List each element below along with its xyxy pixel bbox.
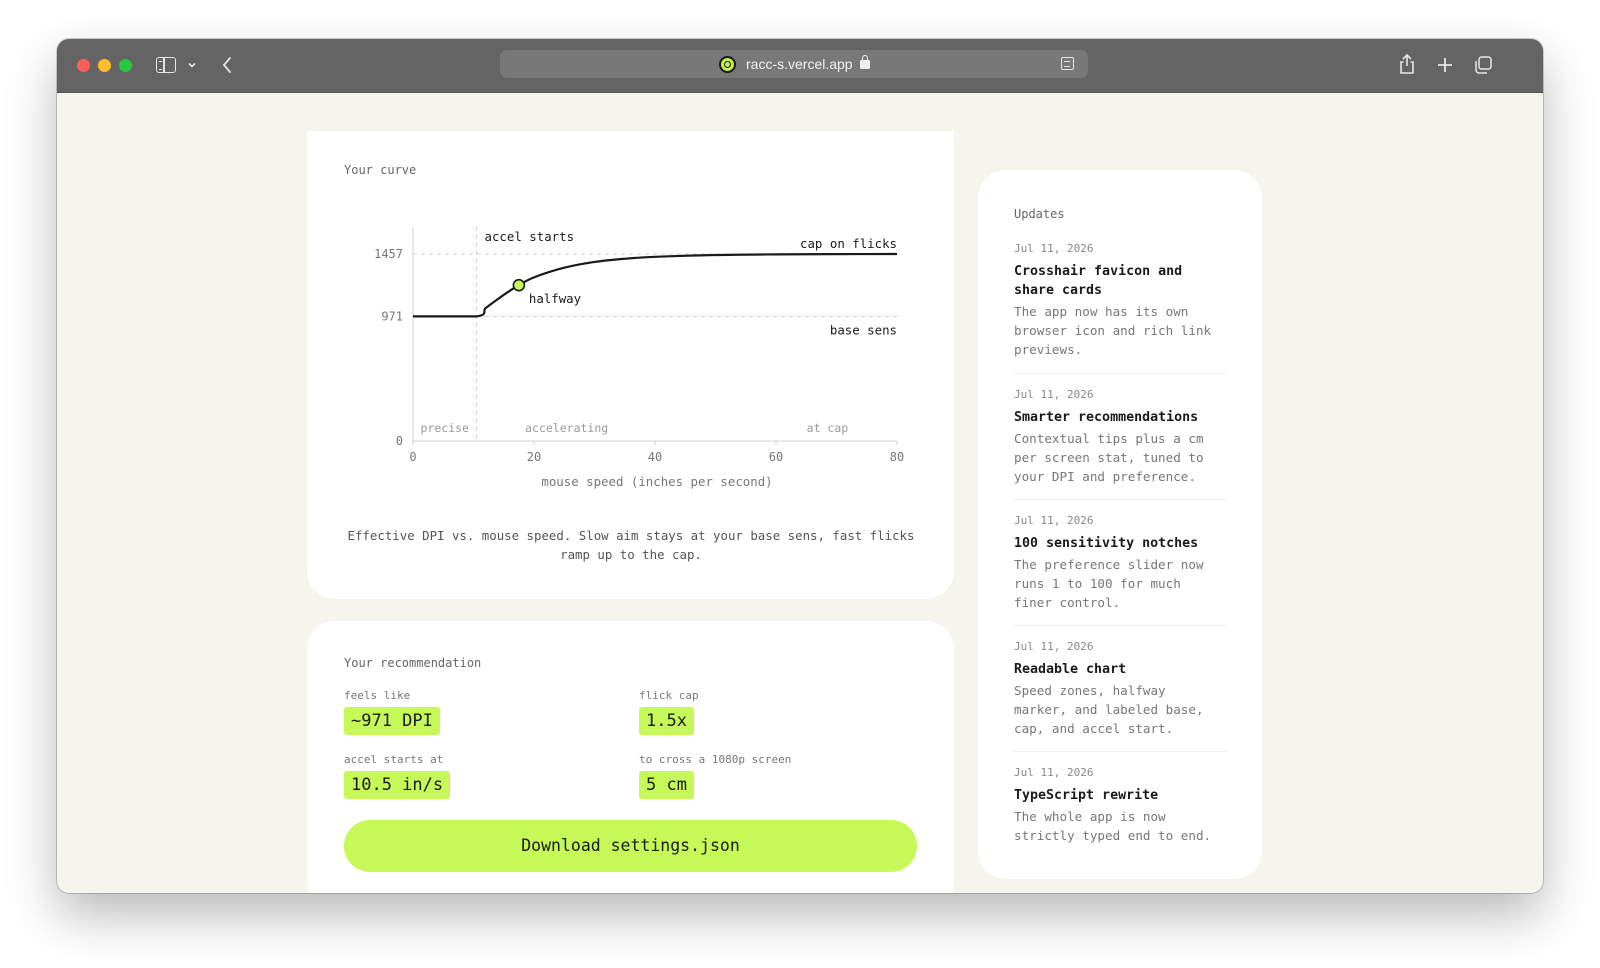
update-description: The app now has its own browser icon and…	[1014, 304, 1212, 357]
sensitivity-curve-line	[413, 252, 898, 318]
update-title: Crosshair favicon and share cards	[1014, 264, 1183, 298]
browser-toolbar: racc-s.vercel.app	[57, 39, 1543, 93]
update-title: Smarter recommendations	[1014, 410, 1199, 425]
recommendation-section-label: Your recommendation	[344, 656, 482, 670]
halfway-label: halfway	[529, 291, 581, 306]
tab-overview-icon[interactable]	[1473, 55, 1493, 75]
x-axis-label: mouse speed (inches per second)	[541, 474, 772, 489]
update-date: Jul 11, 2026	[1014, 640, 1094, 653]
update-divider	[1014, 625, 1226, 626]
zoom-window-button[interactable]	[119, 59, 132, 72]
zone-label: precise	[421, 421, 470, 435]
update-divider	[1014, 751, 1226, 752]
accel-starts-label: accel starts	[485, 229, 575, 244]
x-tick-label: 20	[527, 450, 541, 464]
x-tick-label: 0	[409, 450, 416, 464]
recommendation-card: Your recommendation feels like ~971 DPI …	[307, 621, 954, 893]
new-tab-icon[interactable]	[1436, 56, 1454, 74]
y-tick-label: 0	[396, 434, 403, 448]
base-sens-label: base sens	[830, 322, 897, 337]
sidebar-toggle-icon[interactable]	[156, 57, 176, 73]
feels-like-label: feels like	[344, 689, 411, 702]
chart-caption: Effective DPI vs. mouse speed. Slow aim …	[347, 528, 915, 562]
update-date: Jul 11, 2026	[1014, 242, 1094, 255]
update-date: Jul 11, 2026	[1014, 388, 1094, 401]
x-tick-label: 80	[890, 450, 904, 464]
y-tick-label: 1457	[374, 247, 403, 261]
updates-title: Updates	[1014, 207, 1065, 221]
zone-label: accelerating	[525, 421, 608, 435]
update-description: The preference slider now runs 1 to 100 …	[1014, 557, 1204, 610]
lock-icon	[860, 55, 870, 69]
minimize-window-button[interactable]	[98, 59, 111, 72]
update-title: Readable chart	[1014, 662, 1127, 677]
zone-label: at cap	[807, 421, 849, 435]
update-description: The whole app is now strictly typed end …	[1014, 809, 1212, 843]
accel-starts-value: 10.5 in/s	[344, 771, 451, 799]
update-item: Jul 11, 2026 100 sensitivity notches The…	[1014, 514, 1226, 612]
update-item: Jul 11, 2026 TypeScript rewrite The whol…	[1014, 766, 1226, 845]
flick-cap-label: flick cap	[639, 689, 699, 702]
update-title: TypeScript rewrite	[1014, 788, 1159, 803]
cross-screen-value: 5 cm	[639, 771, 694, 799]
browser-window: racc-s.vercel.app Your curve 0 971 1457 0 20…	[57, 39, 1543, 893]
curve-card: Your curve 0 971 1457 0 20 40 60 80 mouse speed …	[307, 131, 954, 599]
close-window-button[interactable]	[77, 59, 90, 72]
halfway-marker	[512, 278, 526, 292]
feels-like-value: ~971 DPI	[344, 707, 440, 735]
x-tick-label: 60	[769, 450, 783, 464]
reader-mode-icon[interactable]	[1061, 57, 1074, 70]
download-settings-button[interactable]: Download settings.json	[344, 820, 917, 872]
update-divider	[1014, 373, 1226, 374]
share-icon[interactable]	[1398, 53, 1416, 75]
chevron-down-icon[interactable]	[187, 60, 197, 70]
update-item: Jul 11, 2026 Crosshair favicon and share…	[1014, 242, 1226, 359]
back-arrow-icon[interactable]	[220, 55, 234, 75]
flick-cap-value: 1.5x	[639, 707, 694, 735]
cross-screen-label: to cross a 1080p screen	[639, 753, 792, 766]
cap-on-flicks-label: cap on flicks	[800, 236, 897, 251]
page-content: Your curve 0 971 1457 0 20 40 60 80 mouse speed …	[57, 93, 1543, 893]
update-item: Jul 11, 2026 Smarter recommendations Con…	[1014, 388, 1226, 486]
crosshair-favicon-icon	[719, 56, 736, 73]
update-description: Contextual tips plus a cm per screen sta…	[1014, 431, 1204, 484]
update-date: Jul 11, 2026	[1014, 766, 1094, 779]
update-title: 100 sensitivity notches	[1014, 536, 1199, 551]
update-date: Jul 11, 2026	[1014, 514, 1094, 527]
update-description: Speed zones, halfway marker, and labeled…	[1014, 683, 1204, 736]
y-tick-label: 971	[381, 309, 403, 323]
updates-card: Updates Jul 11, 2026 Crosshair favicon a…	[978, 170, 1262, 879]
update-divider	[1014, 499, 1226, 500]
url-text: racc-s.vercel.app	[746, 56, 853, 72]
accel-starts-label: accel starts at	[344, 753, 444, 766]
address-bar[interactable]: racc-s.vercel.app	[500, 50, 1088, 78]
x-tick-label: 40	[648, 450, 662, 464]
update-item: Jul 11, 2026 Readable chart Speed zones,…	[1014, 640, 1226, 738]
sensitivity-curve-chart: 0 971 1457 0 20 40 60 80 mouse speed (inches per…	[374, 227, 904, 489]
